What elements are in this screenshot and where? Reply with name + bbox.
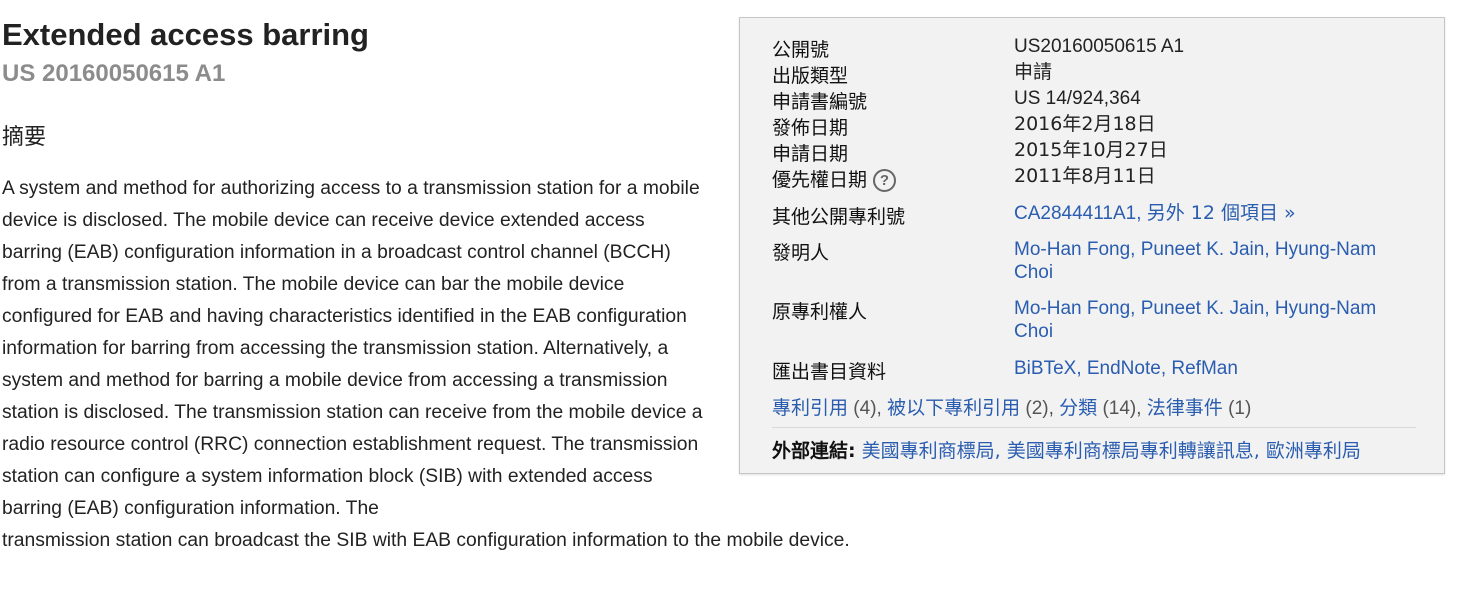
inventor-link[interactable]: Puneet K. Jain: [1141, 239, 1265, 260]
patent-info-panel: 公開號 US20160050615 A1 出版類型 申請 申請書編號 US 14…: [739, 17, 1445, 474]
inventors-value: Mo-Han Fong, Puneet K. Jain, Hyung-Nam C…: [1014, 239, 1377, 283]
inventors-label: 發明人: [772, 242, 830, 264]
pub-type-label: 出版類型: [772, 65, 849, 87]
export-bibtex-link[interactable]: BiBTeX: [1014, 358, 1076, 379]
filing-date-label: 申請日期: [772, 143, 849, 165]
citations-line: 專利引用 (4), 被以下專利引用 (2), 分類 (14), 法律事件 (1): [772, 397, 1252, 419]
assignee-link[interactable]: Mo-Han Fong: [1014, 298, 1130, 319]
export-endnote-link[interactable]: EndNote: [1087, 358, 1161, 379]
other-pub-link[interactable]: CA2844411A1: [1014, 203, 1136, 224]
patent-title: Extended access barring: [2, 17, 369, 52]
abstract-body: A system and method for authorizing acce…: [2, 178, 703, 519]
priority-date-label-wrap: 優先權日期?: [772, 165, 897, 192]
assignee-link[interactable]: Puneet K. Jain: [1141, 298, 1265, 319]
abstract-heading: 摘要: [2, 125, 47, 150]
publication-number: US 20160050615 A1: [2, 60, 226, 87]
other-pubs-label: 其他公開專利號: [772, 206, 906, 228]
pub-date-value: 2016年2月18日: [1014, 113, 1156, 135]
external-link-uspto-assignment[interactable]: 美國專利商標局專利轉讓訊息: [1007, 440, 1254, 462]
cited-by-link[interactable]: 被以下專利引用: [887, 397, 1020, 419]
other-pubs-value: CA2844411A1, 另外 12 個項目 »: [1014, 202, 1296, 224]
pub-type-value: 申請: [1014, 61, 1053, 83]
pub-date-label: 發佈日期: [772, 117, 849, 139]
divider: [772, 427, 1416, 428]
pub-no-value: US20160050615 A1: [1014, 36, 1185, 57]
external-link-uspto[interactable]: 美國專利商標局: [862, 440, 995, 462]
inventor-link[interactable]: Mo-Han Fong: [1014, 239, 1130, 260]
filing-date-value: 2015年10月27日: [1014, 139, 1168, 161]
abstract-tail: transmission station can broadcast the S…: [2, 530, 850, 551]
assignees-value: Mo-Han Fong, Puneet K. Jain, Hyung-Nam C…: [1014, 298, 1377, 342]
app-no-value: US 14/924,364: [1014, 88, 1141, 109]
external-link-epo[interactable]: 歐洲專利局: [1266, 440, 1361, 462]
classifications-link[interactable]: 分類: [1059, 397, 1097, 419]
external-links-line: 外部連結: 美國專利商標局, 美國專利商標局專利轉讓訊息, 歐洲專利局: [772, 440, 1361, 462]
export-label: 匯出書目資料: [772, 361, 887, 383]
assignees-label: 原專利權人: [772, 301, 868, 323]
help-icon[interactable]: ?: [873, 169, 897, 192]
abstract-text: A system and method for authorizing acce…: [2, 173, 850, 557]
pub-no-label: 公開號: [772, 39, 830, 61]
legal-events-link[interactable]: 法律事件: [1147, 397, 1223, 419]
priority-date-label: 優先權日期: [772, 169, 868, 191]
app-no-label: 申請書編號: [772, 91, 868, 113]
priority-date-value: 2011年8月11日: [1014, 165, 1156, 187]
external-links-label: 外部連結:: [772, 440, 856, 462]
other-pubs-more-link[interactable]: 另外 12 個項目 »: [1147, 202, 1296, 224]
citations-link[interactable]: 專利引用: [772, 397, 848, 419]
export-value: BiBTeX, EndNote, RefMan: [1014, 358, 1238, 379]
export-refman-link[interactable]: RefMan: [1171, 358, 1238, 379]
